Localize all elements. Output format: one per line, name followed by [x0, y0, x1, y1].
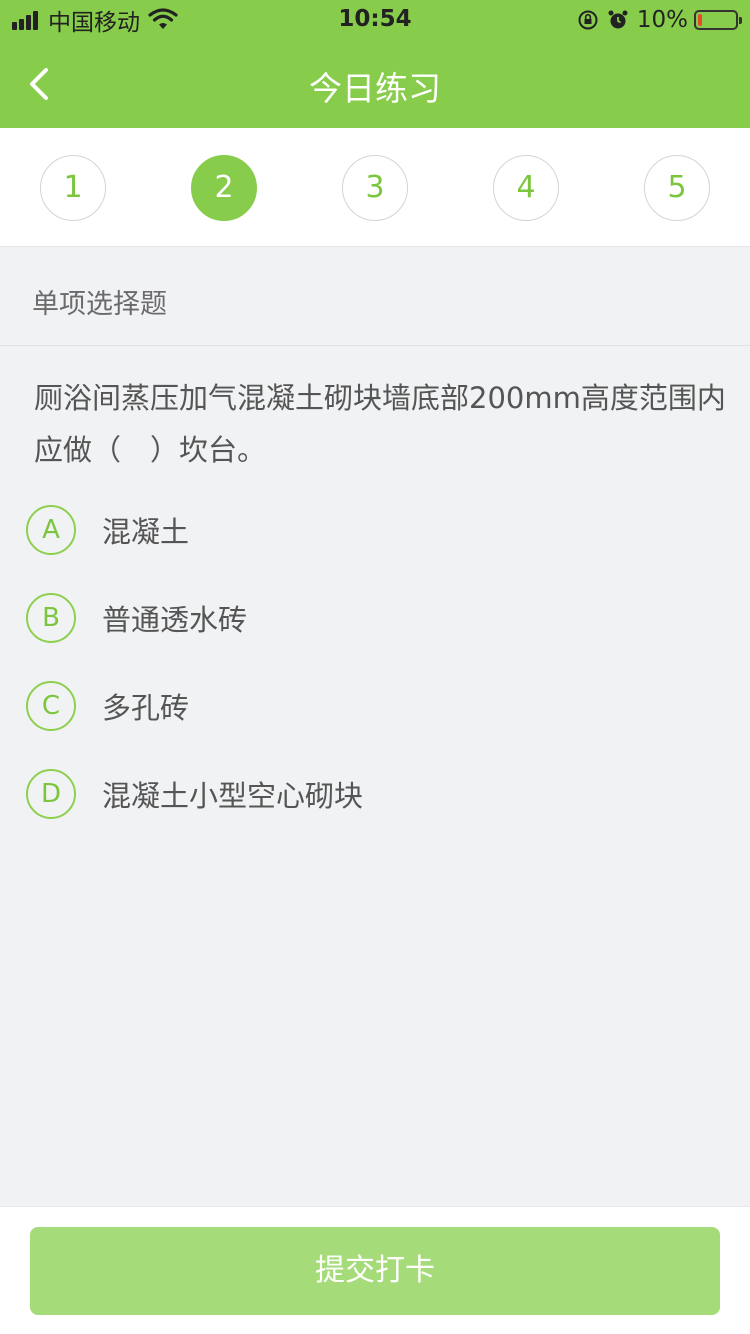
battery-icon — [694, 10, 742, 30]
option-c[interactable]: C 多孔砖 — [26, 678, 726, 734]
question-number-4[interactable]: 4 — [493, 155, 559, 221]
battery-level-fill — [698, 14, 702, 26]
battery-percent: 10% — [636, 7, 688, 33]
question-text: 厕浴间蒸压加气混凝土砌块墙底部200mm高度范围内应做（ ）坎台。 — [34, 381, 726, 467]
option-a[interactable]: A 混凝土 — [26, 502, 726, 558]
option-text: 混凝土小型空心砌块 — [102, 779, 364, 813]
submit-checkin-button[interactable]: 提交打卡 — [30, 1227, 720, 1315]
question-type-header: 单项选择题 — [0, 248, 750, 346]
header-bar: 中国移动 10:54 10% 今日练习 — [0, 0, 750, 128]
status-bar: 中国移动 10:54 10% — [0, 0, 750, 40]
navigation-bar: 今日练习 — [0, 40, 750, 128]
option-letter-badge: D — [26, 769, 76, 819]
option-text: 混凝土 — [102, 515, 190, 549]
question-number-5[interactable]: 5 — [644, 155, 710, 221]
option-text: 多孔砖 — [102, 691, 190, 725]
option-letter-badge: C — [26, 681, 76, 731]
option-text: 普通透水砖 — [102, 603, 248, 637]
question-type-label: 单项选择题 — [32, 289, 167, 320]
option-d[interactable]: D 混凝土小型空心砌块 — [26, 766, 726, 822]
question-number-1[interactable]: 1 — [40, 155, 106, 221]
footer-bar: 提交打卡 — [0, 1206, 750, 1334]
page-title: 今日练习 — [309, 69, 441, 108]
question-number-2[interactable]: 2 — [191, 155, 257, 221]
question-number-nav: 1 2 3 4 5 — [0, 128, 750, 247]
rotation-lock-icon — [578, 10, 598, 30]
option-letter-badge: A — [26, 505, 76, 555]
question-number-3[interactable]: 3 — [342, 155, 408, 221]
option-letter-badge: B — [26, 593, 76, 643]
alarm-icon — [608, 10, 628, 29]
option-b[interactable]: B 普通透水砖 — [26, 590, 726, 646]
